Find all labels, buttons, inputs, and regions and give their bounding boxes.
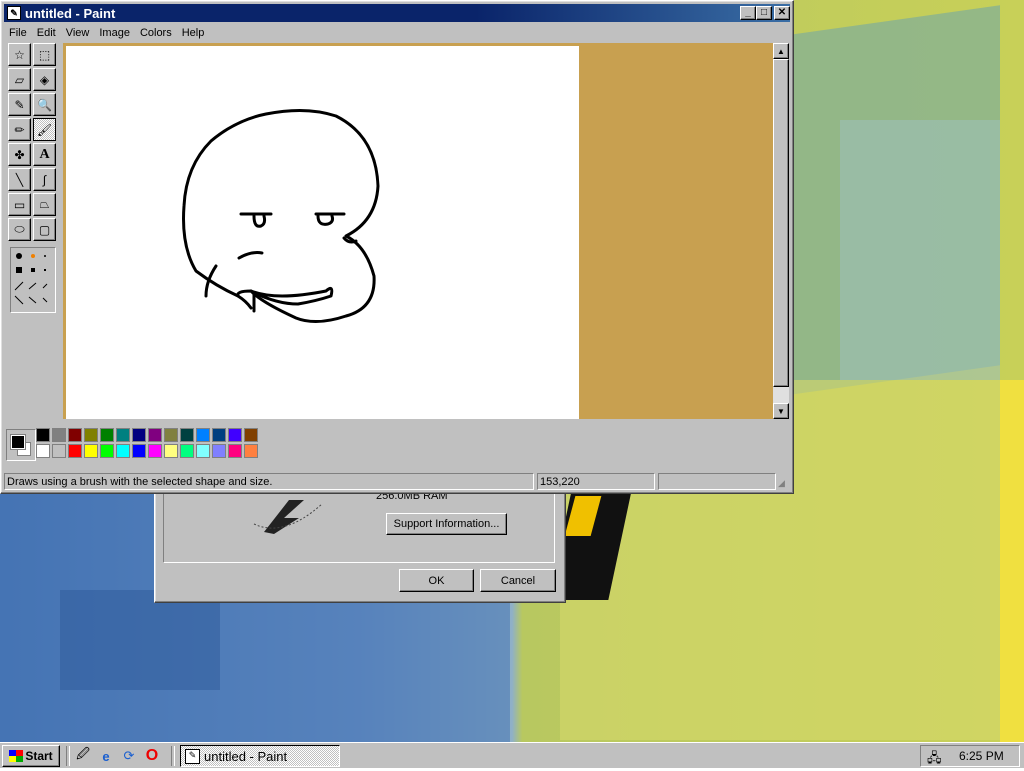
primary-color[interactable] bbox=[10, 434, 26, 450]
windows-logo-icon bbox=[9, 750, 24, 762]
menu-file[interactable]: File bbox=[4, 27, 32, 39]
title-bar[interactable]: ✎ untitled - Paint _ □ ✕ bbox=[4, 4, 790, 22]
support-information-button[interactable]: Support Information... bbox=[386, 513, 507, 535]
minimize-button[interactable]: _ bbox=[740, 6, 756, 20]
pencil-tool[interactable]: ✏ bbox=[8, 118, 31, 141]
channels-icon[interactable]: ⟳ bbox=[120, 747, 138, 765]
color-swatch[interactable] bbox=[228, 444, 242, 458]
color-swatch[interactable] bbox=[52, 428, 66, 442]
selection-size bbox=[658, 473, 776, 490]
fill-with-color-tool[interactable]: ◈ bbox=[33, 68, 56, 91]
color-swatch[interactable] bbox=[180, 444, 194, 458]
brush-shape-options[interactable] bbox=[10, 247, 56, 313]
vertical-scrollbar[interactable]: ▲ ▼ bbox=[773, 43, 789, 419]
pick-color-tool[interactable]: ✎ bbox=[8, 93, 31, 116]
color-swatch[interactable] bbox=[244, 444, 258, 458]
menu-bar: File Edit View Image Colors Help bbox=[4, 23, 790, 42]
color-swatch[interactable] bbox=[148, 444, 162, 458]
scroll-up-arrow-icon[interactable]: ▲ bbox=[773, 43, 789, 59]
maximize-button[interactable]: □ bbox=[756, 6, 772, 20]
drawing-canvas[interactable] bbox=[66, 46, 579, 419]
clock[interactable]: 6:25 PM bbox=[959, 749, 1004, 763]
color-swatch[interactable] bbox=[212, 444, 226, 458]
logo-graphic bbox=[244, 494, 324, 536]
menu-view[interactable]: View bbox=[61, 27, 95, 39]
system-tray: 🖧 6:25 PM bbox=[920, 745, 1020, 767]
quicklaunch-divider bbox=[66, 746, 70, 766]
window-title: untitled - Paint bbox=[25, 5, 116, 21]
color-swatch[interactable] bbox=[36, 428, 50, 442]
color-swatch[interactable] bbox=[68, 428, 82, 442]
color-swatch[interactable] bbox=[68, 444, 82, 458]
color-swatch[interactable] bbox=[36, 444, 50, 458]
select-tool[interactable]: ⬚ bbox=[33, 43, 56, 66]
taskbar: Start 🖉 e ⟳ O ✎ untitled - Paint 🖧 6:25 … bbox=[0, 742, 1024, 768]
scroll-thumb[interactable] bbox=[773, 59, 789, 387]
scroll-down-arrow-icon[interactable]: ▼ bbox=[773, 403, 789, 419]
menu-image[interactable]: Image bbox=[94, 27, 135, 39]
eraser-tool[interactable]: ▱ bbox=[8, 68, 31, 91]
free-form-select-tool[interactable]: ☆ bbox=[8, 43, 31, 66]
paint-app-icon: ✎ bbox=[185, 748, 200, 764]
cursor-coordinates: 153,220 bbox=[537, 473, 655, 490]
line-tool[interactable]: ╲ bbox=[8, 168, 31, 191]
system-properties-dialog: 256.0MB RAM Support Information... OK Ca… bbox=[154, 488, 566, 603]
ellipse-tool[interactable]: ⬭ bbox=[8, 218, 31, 241]
brush-tool[interactable]: 🖌 bbox=[33, 118, 56, 141]
menu-help[interactable]: Help bbox=[177, 27, 210, 39]
color-swatch[interactable] bbox=[180, 428, 194, 442]
color-swatch[interactable] bbox=[100, 428, 114, 442]
canvas-workspace bbox=[63, 43, 773, 419]
polygon-tool[interactable]: ⏢ bbox=[33, 193, 56, 216]
color-swatch[interactable] bbox=[116, 444, 130, 458]
color-palette bbox=[4, 425, 790, 465]
taskbar-item-paint[interactable]: ✎ untitled - Paint bbox=[180, 745, 340, 767]
color-swatch[interactable] bbox=[244, 428, 258, 442]
color-swatch[interactable] bbox=[100, 444, 114, 458]
cancel-button[interactable]: Cancel bbox=[480, 569, 556, 592]
close-button[interactable]: ✕ bbox=[774, 6, 790, 20]
start-label: Start bbox=[25, 749, 53, 763]
text-tool[interactable]: A bbox=[33, 143, 56, 166]
status-bar: Draws using a brush with the selected sh… bbox=[4, 472, 790, 492]
menu-colors[interactable]: Colors bbox=[135, 27, 177, 39]
airbrush-tool[interactable]: ✤ bbox=[8, 143, 31, 166]
internet-explorer-icon[interactable]: e bbox=[97, 747, 115, 765]
color-swatch[interactable] bbox=[212, 428, 226, 442]
color-swatch[interactable] bbox=[84, 444, 98, 458]
color-swatch[interactable] bbox=[164, 428, 178, 442]
taskbar-item-label: untitled - Paint bbox=[204, 748, 288, 764]
start-button[interactable]: Start bbox=[2, 745, 60, 767]
color-swatch[interactable] bbox=[132, 428, 146, 442]
rectangle-tool[interactable]: ▭ bbox=[8, 193, 31, 216]
resize-grip-icon[interactable]: ◢ bbox=[778, 478, 790, 490]
face-drawing bbox=[182, 108, 380, 323]
color-swatch[interactable] bbox=[228, 428, 242, 442]
color-swatch[interactable] bbox=[164, 444, 178, 458]
paint-window: ✎ untitled - Paint _ □ ✕ File Edit View … bbox=[0, 0, 794, 494]
status-help-text: Draws using a brush with the selected sh… bbox=[4, 473, 534, 490]
show-desktop-icon[interactable]: 🖉 bbox=[74, 746, 92, 765]
color-swatch[interactable] bbox=[84, 428, 98, 442]
taskbar-divider bbox=[171, 746, 175, 766]
menu-edit[interactable]: Edit bbox=[32, 27, 61, 39]
curve-tool[interactable]: ∫ bbox=[33, 168, 56, 191]
ok-button[interactable]: OK bbox=[399, 569, 474, 592]
current-colors bbox=[6, 429, 36, 461]
color-swatch[interactable] bbox=[52, 444, 66, 458]
color-swatch[interactable] bbox=[116, 428, 130, 442]
color-swatch[interactable] bbox=[196, 444, 210, 458]
opera-icon[interactable]: O bbox=[143, 747, 161, 765]
paint-app-icon: ✎ bbox=[7, 6, 21, 20]
color-swatch[interactable] bbox=[196, 428, 210, 442]
rounded-rectangle-tool[interactable]: ▢ bbox=[33, 218, 56, 241]
color-swatch[interactable] bbox=[132, 444, 146, 458]
magnifier-tool[interactable]: 🔍 bbox=[33, 93, 56, 116]
color-swatch[interactable] bbox=[148, 428, 162, 442]
